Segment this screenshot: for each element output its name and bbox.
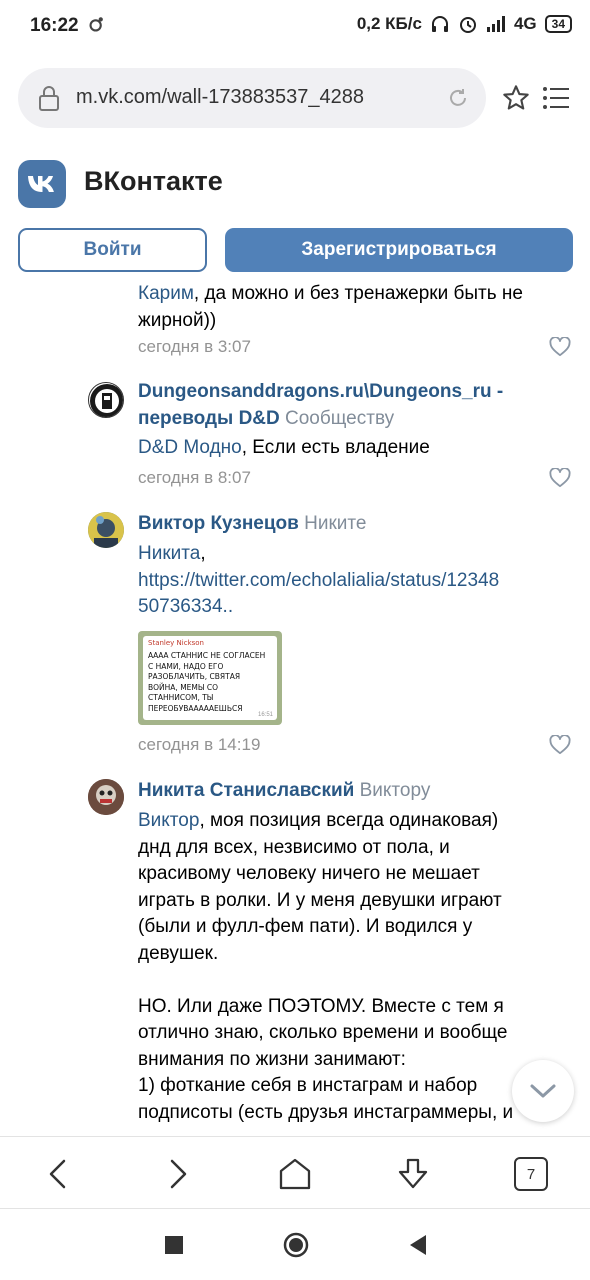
- scroll-down-button[interactable]: [512, 1060, 574, 1122]
- signal-icon: [486, 16, 505, 32]
- status-time: 16:22: [30, 15, 79, 36]
- comment-text: Карим, да можно и без тренажерки быть не…: [138, 283, 523, 331]
- comment-header: Никита Станиславский Виктору: [138, 778, 568, 805]
- comment-header: Виктор Кузнецов Никите: [138, 511, 568, 538]
- user-photo-icon: [88, 512, 124, 548]
- recent-apps-icon[interactable]: [165, 1236, 183, 1254]
- comments-feed[interactable]: Карим, да можно и без тренажерки быть не…: [0, 280, 590, 1136]
- comment-text: D&D Модно, Если есть владение: [138, 437, 430, 458]
- browser-toolbar: 7: [0, 1136, 590, 1208]
- reload-icon[interactable]: [446, 86, 470, 110]
- attachment-message: АААА СТАННИС НЕ СОГЛАСЕН С НАМИ, НАДО ЕГ…: [148, 651, 266, 713]
- vk-logo-icon: [28, 176, 54, 192]
- vk-logo: [18, 160, 66, 208]
- reply-target[interactable]: Виктору: [360, 780, 431, 801]
- mention-link[interactable]: Виктор: [138, 810, 199, 831]
- comment-text: Никита, https://twitter.com/echolalialia…: [138, 543, 500, 617]
- home-icon[interactable]: [278, 1157, 312, 1191]
- comment-date[interactable]: сегодня в 8:07: [138, 468, 251, 488]
- battery-indicator: 34: [544, 15, 572, 33]
- mention-link[interactable]: Карим: [138, 283, 194, 304]
- like-heart-icon[interactable]: [549, 735, 571, 755]
- attachment-screenshot: Stanley Nickson АААА СТАННИС НЕ СОГЛАСЕН…: [143, 636, 277, 720]
- avatar[interactable]: [88, 779, 124, 815]
- comment-header: Dungeonsanddragons.ru\Dungeons_ru - пере…: [138, 379, 568, 432]
- author-name[interactable]: Никита Станиславский: [138, 780, 354, 801]
- tweet-link[interactable]: https://twitter.com/echolalialia/status/…: [138, 570, 499, 591]
- address-bar[interactable]: m.vk.com/wall-173883537_4288: [18, 68, 486, 128]
- attachment-sender: Stanley Nickson: [148, 639, 204, 647]
- bookmark-star-icon[interactable]: [502, 84, 530, 112]
- home-button-icon[interactable]: [283, 1232, 309, 1258]
- comment-text: Виктор, моя позиция всегда одинаковая) д…: [138, 810, 514, 1123]
- attachment-image[interactable]: Stanley Nickson АААА СТАННИС НЕ СОГЛАСЕН…: [138, 631, 282, 725]
- avatar[interactable]: [88, 382, 124, 418]
- like-heart-icon[interactable]: [549, 468, 571, 488]
- mention-link[interactable]: Никита: [138, 543, 200, 564]
- network-type: 4G: [513, 14, 537, 33]
- avatar[interactable]: [88, 512, 124, 548]
- menu-icon[interactable]: [542, 86, 570, 110]
- mention-link[interactable]: D&D Модно: [138, 437, 242, 458]
- url-text[interactable]: m.vk.com/wall-173883537_4288: [76, 86, 364, 109]
- back-icon[interactable]: [42, 1157, 76, 1191]
- user-photo-icon: [88, 779, 124, 815]
- back-button-icon[interactable]: [408, 1234, 428, 1256]
- register-button[interactable]: Зарегистрироваться: [225, 228, 573, 272]
- comment-date[interactable]: сегодня в 3:07: [138, 337, 251, 357]
- tweet-link-continued[interactable]: 50736334..: [138, 596, 233, 617]
- author-name[interactable]: Виктор Кузнецов: [138, 513, 299, 534]
- network-speed: 0,2 КБ/с: [356, 14, 422, 33]
- login-button[interactable]: Войти: [18, 228, 207, 272]
- like-heart-icon[interactable]: [549, 337, 571, 357]
- alarm-icon: [459, 17, 476, 33]
- download-icon[interactable]: [396, 1157, 430, 1191]
- tabs-button[interactable]: 7: [514, 1157, 548, 1191]
- status-indicators: 0,2 КБ/с 4G 34: [357, 14, 572, 34]
- community-logo-icon: [90, 384, 123, 417]
- attachment-time: 16:51: [257, 712, 273, 718]
- lock-icon: [39, 86, 59, 111]
- system-navigation-bar: [0, 1208, 590, 1280]
- site-title: ВКонтакте: [84, 166, 223, 196]
- comment-date[interactable]: сегодня в 14:19: [138, 735, 260, 755]
- reply-target[interactable]: Никите: [304, 513, 366, 534]
- chevron-down-icon: [530, 1084, 556, 1098]
- music-notification-icon: [89, 17, 103, 32]
- headphones-icon: [431, 16, 448, 32]
- reply-target[interactable]: Сообществу: [285, 408, 394, 429]
- status-bar: 16:22 0,2 КБ/с 4G 34: [0, 0, 590, 54]
- forward-icon[interactable]: [160, 1157, 194, 1191]
